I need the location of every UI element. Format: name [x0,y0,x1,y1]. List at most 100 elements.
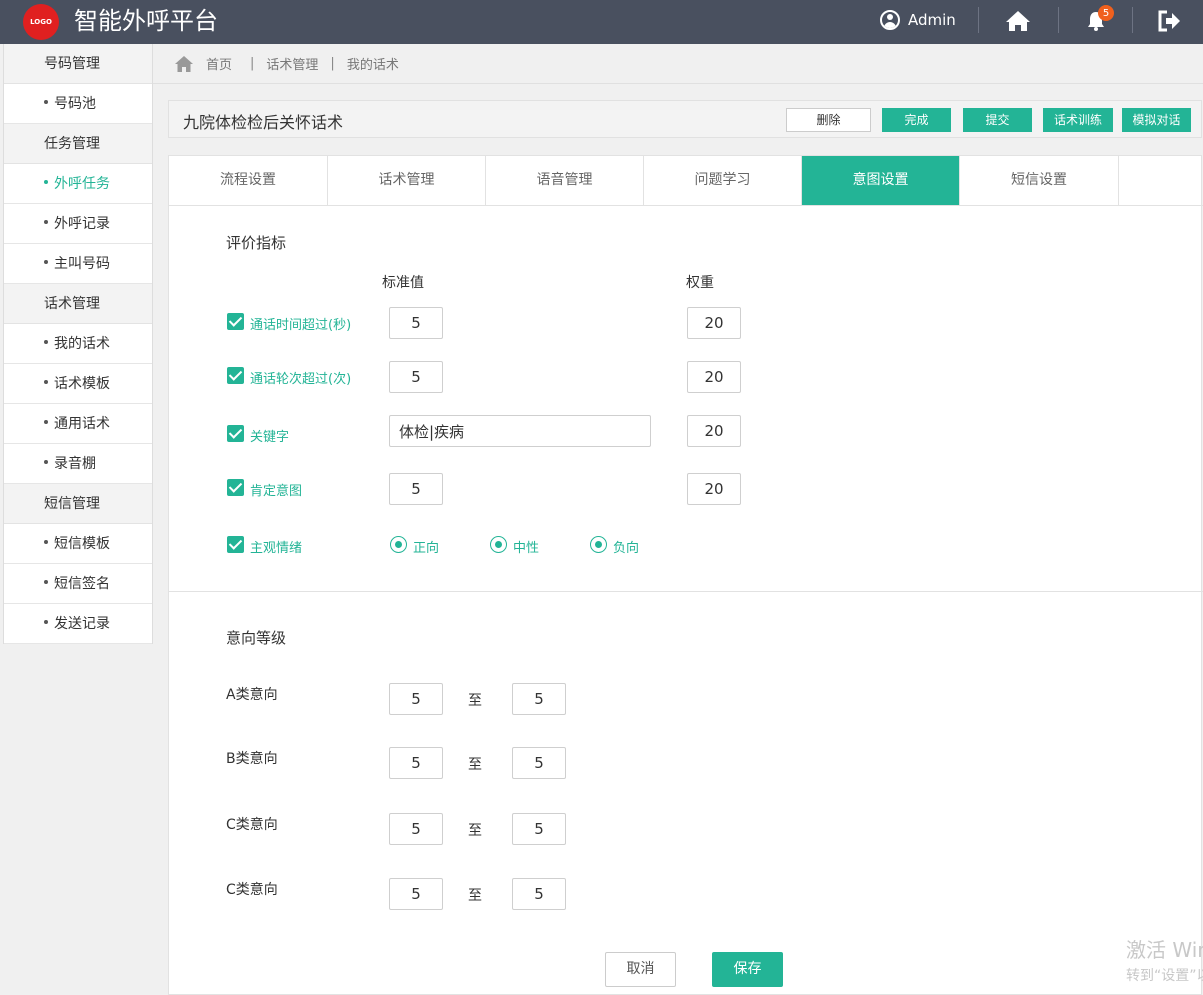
keyword-input[interactable] [389,415,651,447]
emotion-positive-radio[interactable] [390,536,407,553]
simulate-dialogue-button[interactable]: 模拟对话 [1122,108,1191,132]
grade-b-label: B类意向 [226,751,278,767]
script-title: 九院体检检后关怀话术 [183,113,344,132]
tab-script-management[interactable]: 话术管理 [328,156,486,205]
sidebar-item-common-scripts[interactable]: 通用话术 [4,404,152,444]
call-rounds-standard-input[interactable] [389,361,443,393]
sidebar-item-caller-numbers[interactable]: 主叫号码 [4,244,152,284]
grade-c2-from-input[interactable] [389,878,443,910]
grade-c2-label: C类意向 [226,882,278,898]
emotion-positive-label: 正向 [413,541,440,556]
complete-button[interactable]: 完成 [882,108,951,132]
keyword-weight-input[interactable] [687,415,741,447]
sidebar-item-sms-signatures[interactable]: 短信签名 [4,564,152,604]
sidebar-item-outbound-tasks[interactable]: 外呼任务 [4,164,152,204]
sidebar-item-recording-studio[interactable]: 录音棚 [4,444,152,484]
call-rounds-weight-input[interactable] [687,361,741,393]
call-duration-standard-input[interactable] [389,307,443,339]
breadcrumb-script-management[interactable]: 话术管理 [266,54,318,73]
sidebar-group-task-management[interactable]: 任务管理 [4,124,152,164]
tab-flow-settings[interactable]: 流程设置 [169,156,328,205]
header-divider [1132,7,1133,33]
bullet-icon [44,540,48,544]
range-to-label: 至 [468,757,482,773]
grade-c-to-input[interactable] [512,813,566,845]
positive-intent-weight-input[interactable] [687,473,741,505]
range-to-label: 至 [468,823,482,839]
breadcrumb-home[interactable]: 首页 [206,54,232,73]
grade-b-to-input[interactable] [512,747,566,779]
grade-c2-to-input[interactable] [512,878,566,910]
emotion-neutral-radio[interactable] [490,536,507,553]
bullet-icon [44,100,48,104]
sidebar-item-script-templates[interactable]: 话术模板 [4,364,152,404]
home-icon[interactable] [174,55,194,73]
tab-intent-settings[interactable]: 意图设置 [802,156,960,205]
breadcrumb: 首页 | 话术管理 | 我的话术 [153,44,1203,84]
keyword-label: 关键字 [250,430,290,445]
sidebar-item-outbound-records[interactable]: 外呼记录 [4,204,152,244]
user-icon [880,10,900,30]
sidebar-item-label: 短信签名 [54,576,110,592]
emotion-negative-radio[interactable] [590,536,607,553]
emotion-negative-label: 负向 [613,541,640,556]
breadcrumb-my-scripts[interactable]: 我的话术 [347,54,399,73]
grade-b-from-input[interactable] [389,747,443,779]
sidebar-item-label: 我的话术 [54,336,110,352]
sidebar-item-label: 主叫号码 [54,256,110,272]
intent-settings-panel: 流程设置 话术管理 语音管理 问题学习 意图设置 短信设置 评价指标 标准值 权… [168,155,1203,995]
logout-button[interactable] [1156,8,1184,34]
tab-sms-settings[interactable]: 短信设置 [960,156,1119,205]
bullet-icon [44,340,48,344]
grade-a-from-input[interactable] [389,683,443,715]
call-duration-weight-input[interactable] [687,307,741,339]
notification-button[interactable]: 5 [1082,5,1114,34]
script-training-button[interactable]: 话术训练 [1043,108,1113,132]
grade-a-label: A类意向 [226,687,278,703]
home-button[interactable] [1004,8,1032,34]
sidebar-item-label: 话术模板 [54,376,110,392]
sidebar-item-label: 短信模板 [54,536,110,552]
call-rounds-checkbox[interactable] [227,367,244,384]
emotion-checkbox[interactable] [227,536,244,553]
header-divider [978,7,979,33]
user-menu[interactable]: Admin [880,9,956,31]
cancel-button[interactable]: 取消 [605,952,676,987]
sidebar-item-send-records[interactable]: 发送记录 [4,604,152,644]
save-button[interactable]: 保存 [712,952,783,987]
logo: LOGO [23,4,59,40]
sidebar-item-sms-templates[interactable]: 短信模板 [4,524,152,564]
emotion-neutral-label: 中性 [513,541,540,556]
user-name: Admin [908,11,956,29]
bullet-icon [44,260,48,264]
submit-button[interactable]: 提交 [963,108,1032,132]
grade-a-to-input[interactable] [512,683,566,715]
sidebar-group-script-management[interactable]: 话术管理 [4,284,152,324]
sidebar-group-number-management[interactable]: 号码管理 [4,44,152,84]
sidebar-item-my-scripts[interactable]: 我的话术 [4,324,152,364]
positive-intent-label: 肯定意图 [250,484,303,499]
tab-question-learning[interactable]: 问题学习 [644,156,802,205]
range-to-label: 至 [468,888,482,904]
sidebar-group-sms-management[interactable]: 短信管理 [4,484,152,524]
sidebar-item-label: 号码池 [54,96,96,112]
standard-value-header: 标准值 [382,275,424,291]
keyword-checkbox[interactable] [227,425,244,442]
grade-c-label: C类意向 [226,817,278,833]
bullet-icon [44,620,48,624]
grade-c-from-input[interactable] [389,813,443,845]
positive-intent-standard-input[interactable] [389,473,443,505]
breadcrumb-separator: | [330,56,335,71]
sidebar-item-label: 录音棚 [54,456,96,472]
sidebar-item-label: 外呼记录 [54,216,110,232]
sidebar-item-number-pool[interactable]: 号码池 [4,84,152,124]
positive-intent-checkbox[interactable] [227,479,244,496]
bullet-icon [44,180,48,184]
call-duration-label: 通话时间超过(秒) [250,318,352,333]
bullet-icon [44,420,48,424]
delete-button[interactable]: 删除 [786,108,871,132]
intent-level-section-title: 意向等级 [226,629,287,647]
call-duration-checkbox[interactable] [227,313,244,330]
tab-voice-management[interactable]: 语音管理 [486,156,644,205]
bullet-icon [44,220,48,224]
